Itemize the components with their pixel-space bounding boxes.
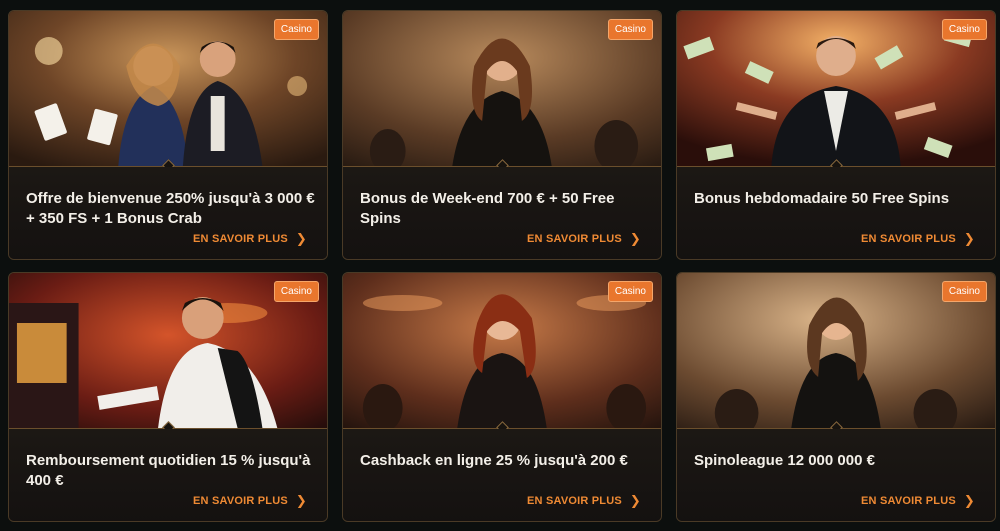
category-badge: Casino	[273, 19, 319, 40]
card-body: Bonus hebdomadaire 50 Free Spins EN SAVO…	[677, 167, 995, 259]
card-body: Spinoleague 12 000 000 € EN SAVOIR PLUS …	[677, 429, 995, 521]
category-badge: Casino	[941, 281, 987, 302]
learn-more-label: EN SAVOIR PLUS	[527, 233, 622, 245]
promo-card-live-cashback[interactable]: Casino Cashback en ligne 25 % jusqu'à 20…	[342, 272, 662, 522]
promo-title: Bonus de Week-end 700 € + 50 Free Spins	[360, 190, 615, 227]
chevron-right-icon: ❯	[963, 493, 975, 508]
card-body: Offre de bienvenue 250% jusqu'à 3 000 € …	[9, 167, 327, 259]
promo-card-weekly[interactable]: Casino Bonus hebdomadaire 50 Free Spins …	[676, 10, 996, 260]
learn-more-label: EN SAVOIR PLUS	[861, 495, 956, 507]
promo-card-weekend[interactable]: Casino Bonus de Week-end 700 € + 50 Free…	[342, 10, 662, 260]
promo-title: Cashback en ligne 25 % jusqu'à 200 €	[360, 452, 628, 469]
chevron-right-icon: ❯	[963, 231, 975, 246]
category-badge: Casino	[941, 19, 987, 40]
promo-card-daily-cashback[interactable]: Casino Remboursement quotidien 15 % jusq…	[8, 272, 328, 522]
promo-title: Spinoleague 12 000 000 €	[694, 452, 875, 469]
learn-more-link[interactable]: EN SAVOIR PLUS ❯	[193, 231, 307, 247]
category-badge: Casino	[607, 281, 653, 302]
learn-more-label: EN SAVOIR PLUS	[193, 233, 288, 245]
learn-more-link[interactable]: EN SAVOIR PLUS ❯	[527, 493, 641, 509]
learn-more-label: EN SAVOIR PLUS	[193, 495, 288, 507]
chevron-right-icon: ❯	[295, 493, 307, 508]
promo-card-welcome[interactable]: Casino Offre de bienvenue 250% jusqu'à 3…	[8, 10, 328, 260]
learn-more-label: EN SAVOIR PLUS	[861, 233, 956, 245]
chevron-right-icon: ❯	[295, 231, 307, 246]
learn-more-link[interactable]: EN SAVOIR PLUS ❯	[527, 231, 641, 247]
card-body: Remboursement quotidien 15 % jusqu'à 400…	[9, 429, 327, 521]
learn-more-link[interactable]: EN SAVOIR PLUS ❯	[861, 493, 975, 509]
chevron-right-icon: ❯	[629, 493, 641, 508]
learn-more-label: EN SAVOIR PLUS	[527, 495, 622, 507]
promo-card-spinoleague[interactable]: Casino Spinoleague 12 000 000 € EN SAVOI…	[676, 272, 996, 522]
learn-more-link[interactable]: EN SAVOIR PLUS ❯	[193, 493, 307, 509]
promo-title: Remboursement quotidien 15 % jusqu'à 400…	[26, 452, 311, 489]
learn-more-link[interactable]: EN SAVOIR PLUS ❯	[861, 231, 975, 247]
chevron-right-icon: ❯	[629, 231, 641, 246]
promo-title: Bonus hebdomadaire 50 Free Spins	[694, 190, 950, 207]
card-body: Cashback en ligne 25 % jusqu'à 200 € EN …	[343, 429, 661, 521]
promo-title: Offre de bienvenue 250% jusqu'à 3 000 € …	[26, 190, 315, 227]
category-badge: Casino	[607, 19, 653, 40]
promotions-grid: Casino Offre de bienvenue 250% jusqu'à 3…	[0, 0, 1000, 531]
category-badge: Casino	[273, 281, 319, 302]
card-body: Bonus de Week-end 700 € + 50 Free Spins …	[343, 167, 661, 259]
